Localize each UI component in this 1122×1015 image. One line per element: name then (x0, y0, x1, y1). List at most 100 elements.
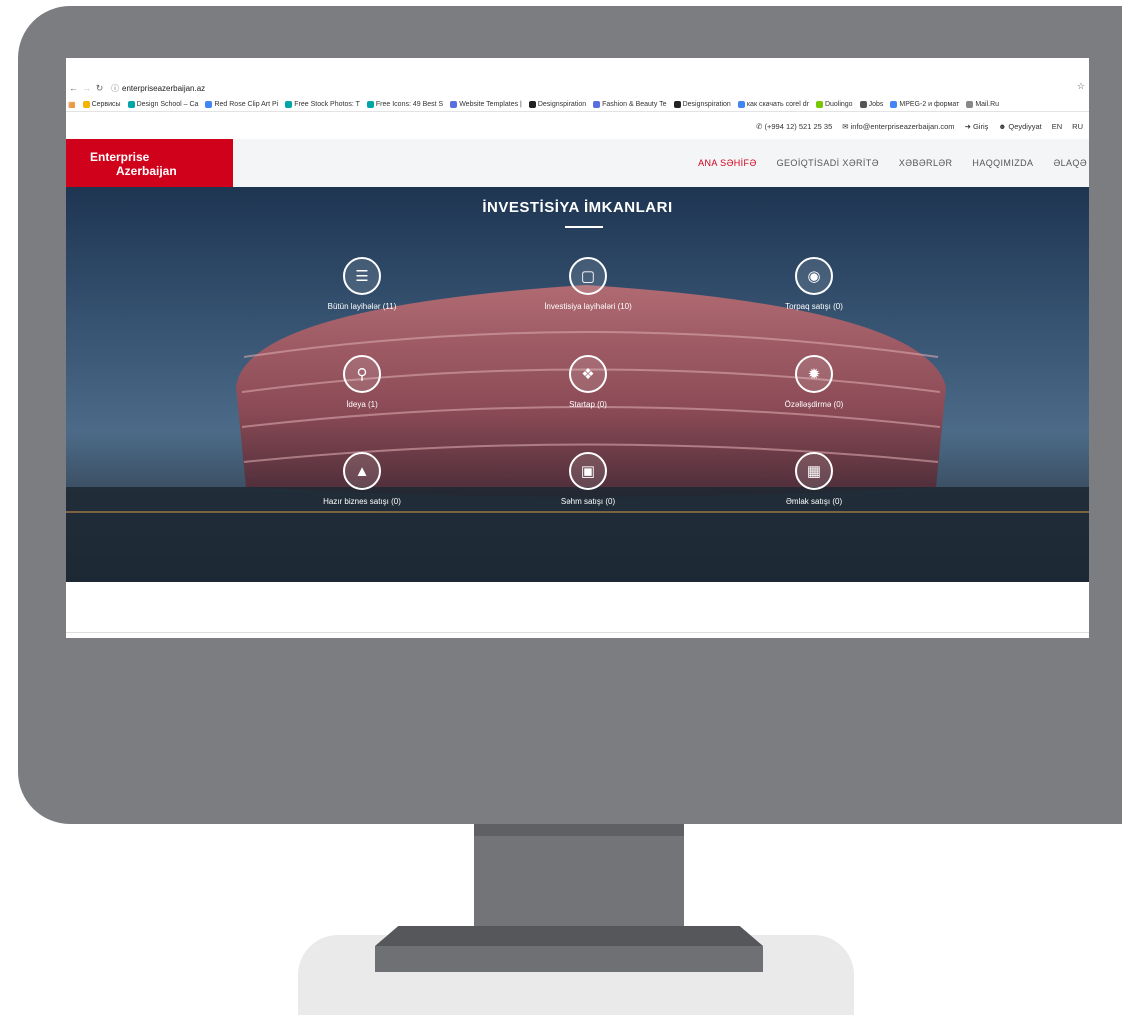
bookmark-label: Mail.Ru (975, 101, 1000, 108)
phone-item[interactable]: ✆ (+994 12) 521 25 35 (756, 122, 832, 131)
bookmark-label: Designspiration (537, 101, 587, 108)
investment-category[interactable]: ▦ Əmlak satışı (0) (744, 452, 884, 506)
reload-icon[interactable]: ↻ (94, 83, 105, 94)
lang-ru-link[interactable]: RU (1072, 122, 1083, 131)
bookmark-favicon-icon (205, 101, 213, 108)
investment-category[interactable]: ▲ Hazır biznes satışı (0) (292, 452, 432, 506)
bookmark-item[interactable]: Jobs (859, 101, 884, 108)
investment-category[interactable]: ⚲ İdeya (1) (292, 355, 432, 409)
gear-badge-icon[interactable]: ✹ (795, 355, 833, 393)
bookmark-label: как скачать corel dr (746, 101, 809, 108)
bookmark-label: Design School – Ca (136, 101, 199, 108)
bookmark-favicon-icon (593, 101, 601, 108)
tag-icon[interactable]: ❖ (569, 355, 607, 393)
bookmark-label: Jobs (868, 101, 884, 108)
bookmark-item[interactable]: Design School – Ca (127, 101, 199, 108)
bookmark-favicon-icon (450, 101, 458, 108)
bookmark-item[interactable]: MPEG-2 и формат (890, 101, 959, 108)
login-text: Giriş (972, 122, 989, 131)
bookmark-label: Free Icons: 49 Best S (375, 101, 444, 108)
login-link[interactable]: ➜ Giriş (965, 122, 989, 131)
bookmark-item[interactable]: Red Rose Clip Art Pi (205, 101, 278, 108)
nav-about[interactable]: HAQQIMIZDA (972, 158, 1033, 168)
investment-category[interactable]: ❖ Startap (0) (518, 355, 658, 409)
investment-category[interactable]: ◉ Torpaq satışı (0) (744, 257, 884, 311)
phone-text: (+994 12) 521 25 35 (764, 122, 833, 131)
monitor-screen: ← → ↻ ⓘ enterpriseazerbaijan.az ☆ ▦ Серв… (66, 58, 1089, 638)
email-text: info@enterpriseazerbaijan.com (850, 122, 955, 131)
bookmark-item[interactable]: как скачать corel dr (737, 101, 809, 108)
investment-category[interactable]: ▣ Səhm satışı (0) (518, 452, 658, 506)
email-item[interactable]: ✉ info@enterpriseazerbaijan.com (842, 122, 954, 131)
logo-line-2: Azerbaijan (116, 164, 177, 178)
browser-toolbar: ← → ↻ ⓘ enterpriseazerbaijan.az ☆ (66, 81, 1089, 95)
category-label[interactable]: Hazır biznes satışı (0) (292, 497, 432, 506)
user-icon: ☻ (998, 122, 1007, 131)
bookmark-favicon-icon (82, 101, 90, 108)
apps-grid-icon[interactable]: ▦ (68, 100, 76, 109)
lang-en-link[interactable]: EN (1052, 122, 1062, 131)
title-underline (565, 226, 603, 228)
bookmark-item[interactable]: Duolingo (815, 101, 853, 108)
bookmark-label: Fashion & Beauty Te (602, 101, 667, 108)
nav-news[interactable]: XƏBƏRLƏR (899, 158, 953, 168)
hero-section: İNVESTİSİYA İMKANLARI ☰ Bütün layihələr (… (66, 187, 1089, 582)
nav-home[interactable]: ANA SƏHİFƏ (698, 158, 757, 168)
back-icon[interactable]: ← (68, 83, 79, 93)
bookmark-favicon-icon (528, 101, 536, 108)
monitor-base (375, 946, 763, 972)
bookmark-favicon-icon (966, 101, 974, 108)
category-label[interactable]: Startap (0) (518, 400, 658, 409)
address-bar[interactable]: ⓘ enterpriseazerbaijan.az (111, 83, 205, 94)
graduation-cap-icon[interactable]: ▲ (343, 452, 381, 490)
nav-geo-map[interactable]: GEOİQTİSADİ XƏRİTƏ (777, 158, 879, 168)
category-label[interactable]: Torpaq satışı (0) (744, 302, 884, 311)
bookmark-label: Designspiration (682, 101, 731, 108)
bookmark-label: Red Rose Clip Art Pi (214, 101, 279, 108)
site-header: Enterprise Azerbaijan ANA SƏHİFƏ GEOİQTİ… (66, 139, 1089, 187)
category-label[interactable]: İdeya (1) (292, 400, 432, 409)
monitor-base-top (375, 926, 763, 946)
bookmarks-bar: ▦ Сервисы Design School – Ca Red Rose Clip… (66, 98, 1089, 112)
logo-line-1: Enterprise (90, 150, 150, 164)
bookmark-item[interactable]: Free Icons: 49 Best S (366, 101, 444, 108)
database-icon[interactable]: ☰ (343, 257, 381, 295)
bookmark-favicon-icon (737, 101, 745, 108)
category-label[interactable]: Özəlləşdirmə (0) (744, 400, 884, 409)
investment-category[interactable]: ▢ İnvestisiya layihələri (10) (518, 257, 658, 311)
money-icon[interactable]: ▣ (569, 452, 607, 490)
bookmark-item[interactable]: Website Templates | (450, 101, 522, 108)
site-logo[interactable]: Enterprise Azerbaijan (66, 139, 233, 187)
bookmark-item[interactable]: Free Stock Photos: T (285, 101, 360, 108)
bookmark-star-icon[interactable]: ☆ (1077, 81, 1085, 92)
category-label[interactable]: Əmlak satışı (0) (744, 497, 884, 506)
building-icon[interactable]: ▦ (795, 452, 833, 490)
bookmark-item[interactable]: Mail.Ru (966, 101, 999, 108)
phone-icon: ✆ (756, 122, 763, 131)
lightbulb-icon[interactable]: ⚲ (343, 355, 381, 393)
register-link[interactable]: ☻ Qeydiyyat (998, 122, 1041, 131)
forward-icon[interactable]: → (81, 83, 92, 93)
monitor-stand-joint (474, 824, 684, 836)
info-icon: ⓘ (111, 83, 119, 93)
bookmark-label: Free Stock Photos: T (294, 101, 360, 108)
bookmark-item[interactable]: Designspiration (528, 101, 587, 108)
bookmark-item[interactable]: Сервисы (82, 101, 121, 108)
bookmark-item[interactable]: Fashion & Beauty Te (593, 101, 667, 108)
nav-contact[interactable]: ƏLAQƏ (1053, 158, 1087, 168)
top-info-bar: ✆ (+994 12) 521 25 35 ✉ info@enterprisea… (756, 122, 1083, 131)
bookmark-label: MPEG-2 и формат (899, 101, 960, 108)
credit-card-icon[interactable]: ▢ (569, 257, 607, 295)
category-label[interactable]: Səhm satışı (0) (518, 497, 658, 506)
category-label[interactable]: Bütün layihələr (11) (292, 302, 432, 311)
bookmark-favicon-icon (127, 101, 135, 108)
bookmark-label: Сервисы (91, 101, 121, 108)
bookmark-item[interactable]: Designspiration (673, 101, 731, 108)
investment-category[interactable]: ☰ Bütün layihələr (11) (292, 257, 432, 311)
investment-category[interactable]: ✹ Özəlləşdirmə (0) (744, 355, 884, 409)
category-label[interactable]: İnvestisiya layihələri (10) (518, 302, 658, 311)
bookmark-favicon-icon (285, 101, 293, 108)
bookmark-label: Duolingo (824, 101, 853, 108)
globe-icon[interactable]: ◉ (795, 257, 833, 295)
login-icon: ➜ (964, 122, 971, 131)
